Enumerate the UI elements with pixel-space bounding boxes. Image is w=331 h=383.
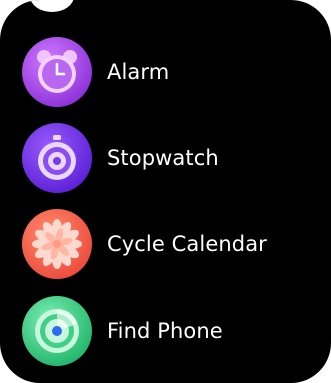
menu-item-alarm[interactable]: Alarm [22, 37, 322, 107]
app-menu-list: Alarm Stopwatch Cycle Calendar Find Phon… [0, 0, 331, 383]
alarm-clock-icon [22, 37, 92, 107]
menu-item-label: Stopwatch [107, 146, 219, 170]
menu-item-label: Find Phone [107, 319, 223, 343]
menu-item-stopwatch[interactable]: Stopwatch [22, 123, 322, 193]
menu-item-label: Cycle Calendar [107, 232, 267, 256]
menu-item-cycle-calendar[interactable]: Cycle Calendar [22, 209, 322, 279]
watch-screen: Alarm Stopwatch Cycle Calendar Find Phon… [0, 0, 331, 383]
flower-icon [22, 209, 92, 279]
stopwatch-icon [22, 123, 92, 193]
menu-item-find-phone[interactable]: Find Phone [22, 296, 322, 366]
radar-icon [22, 296, 92, 366]
menu-item-label: Alarm [107, 60, 170, 84]
